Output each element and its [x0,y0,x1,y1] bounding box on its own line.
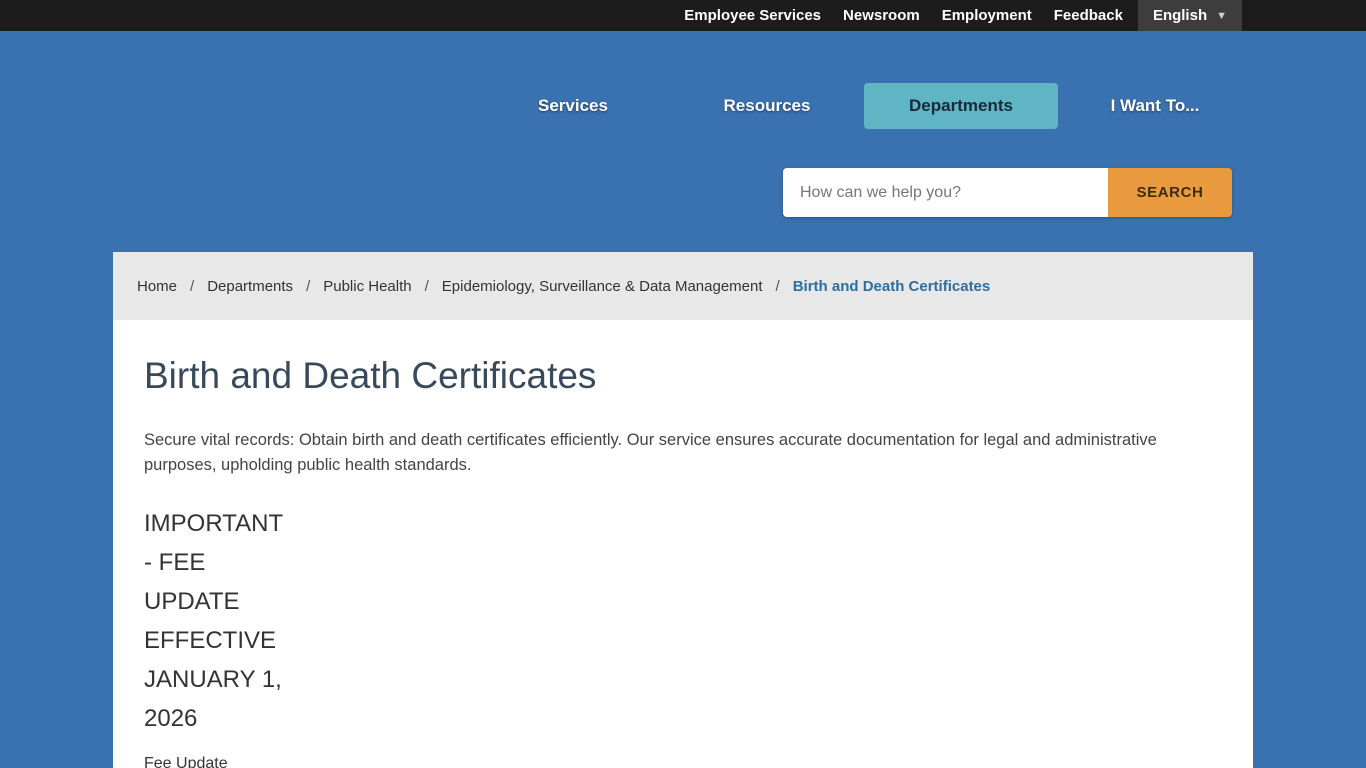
breadcrumb-separator: / [190,278,194,295]
chevron-down-icon: ▼ [1216,10,1227,22]
nav-services[interactable]: Services [476,83,670,129]
search-input[interactable] [783,168,1108,217]
topbar-links: Employee ServicesNewsroomEmploymentFeedb… [673,0,1134,31]
fee-update-subheading: Fee Update [144,755,1222,768]
breadcrumb-separator: / [776,278,780,295]
site-header: ServicesResourcesDepartmentsI Want To...… [0,31,1366,252]
breadcrumb-item-home[interactable]: Home [137,278,177,295]
breadcrumb-item-birth-and-death-certificates: Birth and Death Certificates [793,278,991,295]
breadcrumb: Home / Departments / Public Health / Epidemiol… [113,252,1253,320]
page: Employee ServicesNewsroomEmploymentFeedb… [0,0,1366,768]
topbar-link-newsroom[interactable]: Newsroom [832,0,931,31]
page-title: Birth and Death Certificates [144,354,1222,398]
topbar-link-feedback[interactable]: Feedback [1043,0,1134,31]
breadcrumb-item-epidemiology-surveillance-data-management[interactable]: Epidemiology, Surveillance & Data Manage… [442,278,763,295]
site-search: SEARCH [783,168,1232,217]
breadcrumb-separator: / [425,278,429,295]
breadcrumb-item-public-health[interactable]: Public Health [323,278,411,295]
content-column: Home / Departments / Public Health / Epidemiol… [113,252,1253,768]
breadcrumb-item-departments[interactable]: Departments [207,278,293,295]
top-utility-bar: Employee ServicesNewsroomEmploymentFeedb… [0,0,1366,31]
language-label: English [1153,7,1207,24]
topbar-link-employment[interactable]: Employment [931,0,1043,31]
main-panel: Birth and Death Certificates Secure vita… [113,320,1253,768]
main-nav: ServicesResourcesDepartmentsI Want To... [476,83,1252,129]
intro-paragraph: Secure vital records: Obtain birth and d… [144,428,1189,478]
nav-i-want-to[interactable]: I Want To... [1058,83,1252,129]
fee-update-notice-heading: IMPORTANT - FEE UPDATE EFFECTIVE JANUARY… [144,504,314,738]
language-selector[interactable]: English ▼ [1138,0,1242,31]
nav-departments[interactable]: Departments [864,83,1058,129]
nav-resources[interactable]: Resources [670,83,864,129]
topbar-link-employee-services[interactable]: Employee Services [673,0,832,31]
search-button[interactable]: SEARCH [1108,168,1232,217]
breadcrumb-separator: / [306,278,310,295]
